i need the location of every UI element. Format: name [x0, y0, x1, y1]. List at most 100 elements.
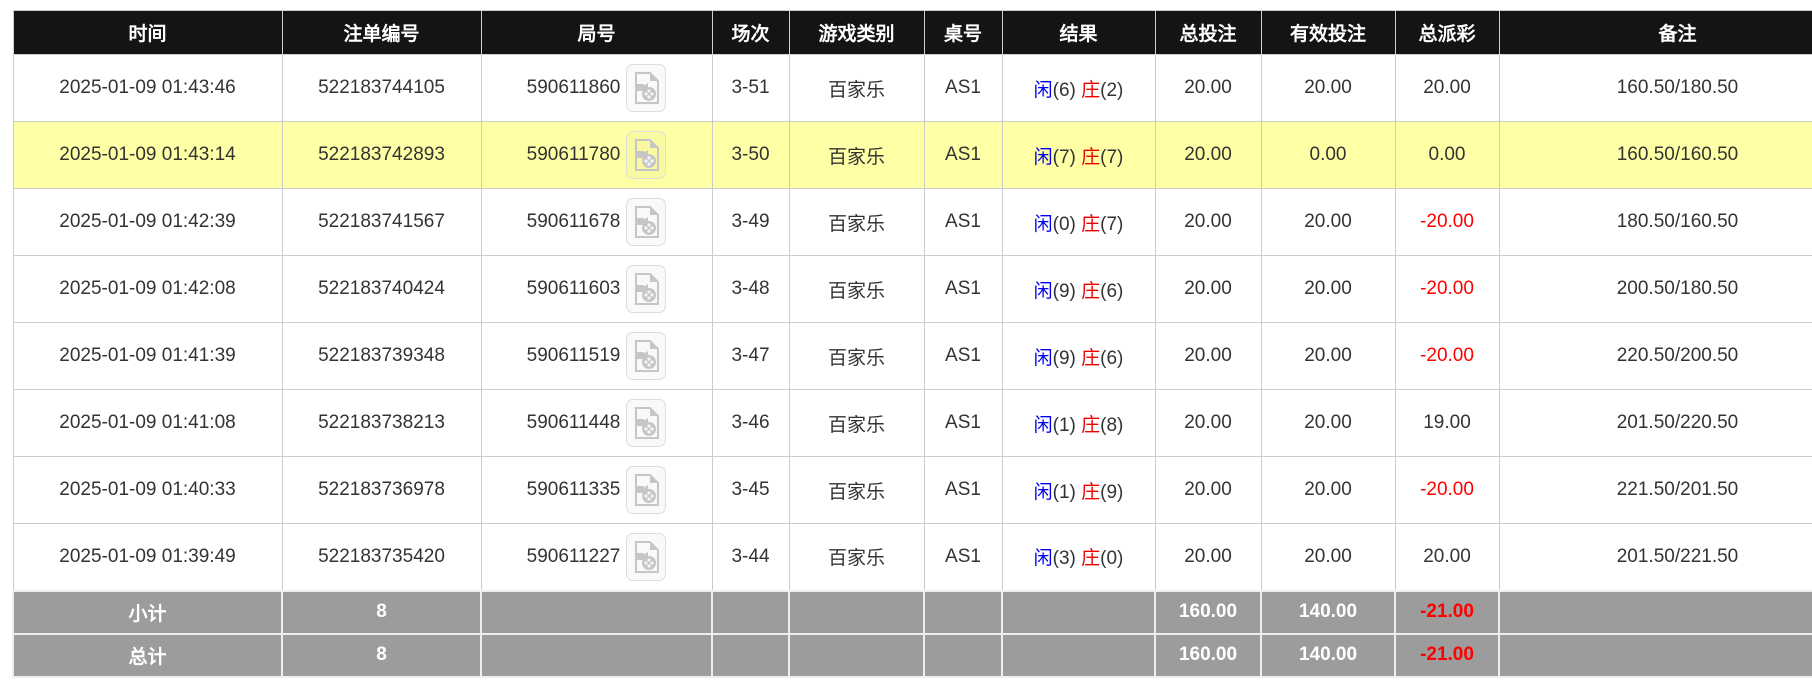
video-file-icon	[635, 407, 660, 439]
time-cell: 2025-01-09 01:41:39	[12, 322, 283, 390]
player-result-label: 闲	[1033, 146, 1053, 168]
session-cell: 3-47	[711, 322, 790, 390]
time-cell: 2025-01-09 01:42:39	[12, 188, 283, 256]
banker-score: (7)	[1100, 146, 1124, 168]
result-cell: 闲(1) 庄(9)	[1001, 456, 1156, 524]
total-total-bet: 160.00	[1154, 632, 1262, 678]
remark-cell: 200.50/180.50	[1498, 255, 1812, 323]
video-file-icon	[635, 340, 660, 372]
bet-id-cell: 522183735420	[281, 523, 482, 591]
game-type-cell: 百家乐	[788, 322, 925, 390]
game-type-cell: 百家乐	[788, 523, 925, 591]
video-replay-button[interactable]	[626, 332, 667, 380]
banker-result-label: 庄	[1081, 481, 1101, 503]
video-replay-button[interactable]	[626, 131, 667, 179]
bet-record-row: 2025-01-09 01:43:14 522183742893 5906117…	[12, 121, 1812, 189]
video-replay-button[interactable]	[626, 399, 667, 447]
player-result-label: 闲	[1033, 79, 1053, 101]
total-bet-cell: 20.00	[1154, 255, 1262, 323]
banker-result-label: 庄	[1081, 280, 1101, 302]
time-cell: 2025-01-09 01:42:08	[12, 255, 283, 323]
session-cell: 3-46	[711, 389, 790, 457]
col-header-session: 场次	[711, 10, 790, 55]
time-cell: 2025-01-09 01:43:14	[12, 121, 283, 189]
player-score: (1)	[1052, 414, 1076, 436]
session-cell: 3-49	[711, 188, 790, 256]
payout-cell: -20.00	[1394, 322, 1500, 390]
banker-score: (6)	[1100, 347, 1124, 369]
total-bet-cell: 20.00	[1154, 188, 1262, 256]
banker-score: (7)	[1100, 213, 1124, 235]
payout-cell: 20.00	[1394, 54, 1500, 122]
player-score: (0)	[1052, 213, 1076, 235]
banker-result-label: 庄	[1081, 213, 1101, 235]
video-replay-button[interactable]	[626, 532, 667, 581]
table-no-cell: AS1	[923, 121, 1003, 189]
game-type-cell: 百家乐	[788, 255, 925, 323]
bet-record-row: 2025-01-09 01:40:33 522183736978 5906113…	[12, 456, 1812, 524]
round-cell: 590611448	[480, 389, 713, 457]
col-header-time: 时间	[12, 10, 283, 55]
round-cell: 590611335	[480, 456, 713, 524]
banker-score: (8)	[1100, 414, 1124, 436]
round-number: 590611227	[526, 545, 621, 567]
time-cell: 2025-01-09 01:39:49	[12, 523, 283, 591]
bet-record-row: 2025-01-09 01:41:39 522183739348 5906115…	[12, 322, 1812, 390]
table-no-cell: AS1	[923, 389, 1003, 457]
time-cell: 2025-01-09 01:43:46	[12, 54, 283, 122]
table-no-cell: AS1	[923, 523, 1003, 591]
video-file-icon	[635, 540, 660, 573]
payout-cell: -20.00	[1394, 255, 1500, 323]
total-bet-cell: 20.00	[1154, 121, 1262, 189]
result-cell: 闲(9) 庄(6)	[1001, 255, 1156, 323]
total-valid-bet: 140.00	[1260, 632, 1396, 678]
total-bet-cell: 20.00	[1154, 456, 1262, 524]
remark-cell: 220.50/200.50	[1498, 322, 1812, 390]
bet-id-cell: 522183738213	[281, 389, 482, 457]
round-number: 590611678	[526, 211, 621, 232]
game-type-cell: 百家乐	[788, 121, 925, 189]
remark-cell: 160.50/160.50	[1498, 121, 1812, 189]
player-score: (3)	[1052, 548, 1076, 570]
total-label: 总计	[12, 632, 283, 678]
round-cell: 590611780	[480, 121, 713, 189]
total-bet-cell: 20.00	[1154, 523, 1262, 591]
video-replay-button[interactable]	[626, 466, 667, 514]
video-replay-button[interactable]	[626, 64, 667, 112]
session-cell: 3-45	[711, 456, 790, 524]
round-cell: 590611227	[480, 523, 713, 591]
player-score: (1)	[1052, 481, 1076, 503]
time-cell: 2025-01-09 01:40:33	[12, 456, 283, 524]
bet-id-cell: 522183742893	[281, 121, 482, 189]
round-cell: 590611603	[480, 255, 713, 323]
bet-id-cell: 522183736978	[281, 456, 482, 524]
table-no-cell: AS1	[923, 456, 1003, 524]
video-file-icon	[635, 206, 660, 238]
table-no-cell: AS1	[923, 322, 1003, 390]
col-header-round: 局号	[480, 10, 713, 55]
result-cell: 闲(7) 庄(7)	[1001, 121, 1156, 189]
valid-bet-cell: 20.00	[1260, 188, 1396, 256]
remark-cell: 160.50/180.50	[1498, 54, 1812, 122]
bet-id-cell: 522183740424	[281, 255, 482, 323]
table-no-cell: AS1	[923, 255, 1003, 323]
valid-bet-cell: 20.00	[1260, 523, 1396, 591]
round-cell: 590611860	[480, 54, 713, 122]
valid-bet-cell: 20.00	[1260, 255, 1396, 323]
payout-cell: -20.00	[1394, 456, 1500, 524]
table-no-cell: AS1	[923, 188, 1003, 256]
total-bet-cell: 20.00	[1154, 389, 1262, 457]
session-cell: 3-48	[711, 255, 790, 323]
video-replay-button[interactable]	[626, 198, 667, 246]
video-file-icon	[635, 474, 660, 506]
bet-record-row: 2025-01-09 01:42:08 522183740424 5906116…	[12, 255, 1812, 323]
payout-cell: 20.00	[1394, 523, 1500, 591]
total-bet-cell: 20.00	[1154, 322, 1262, 390]
subtotal-row: 小计 8 160.00 140.00 -21.00	[12, 589, 1812, 635]
col-header-bet-id: 注单编号	[281, 10, 482, 55]
valid-bet-cell: 20.00	[1260, 322, 1396, 390]
video-replay-button[interactable]	[626, 265, 667, 313]
payout-cell: -20.00	[1394, 188, 1500, 256]
result-cell: 闲(1) 庄(8)	[1001, 389, 1156, 457]
player-result-label: 闲	[1033, 280, 1053, 302]
